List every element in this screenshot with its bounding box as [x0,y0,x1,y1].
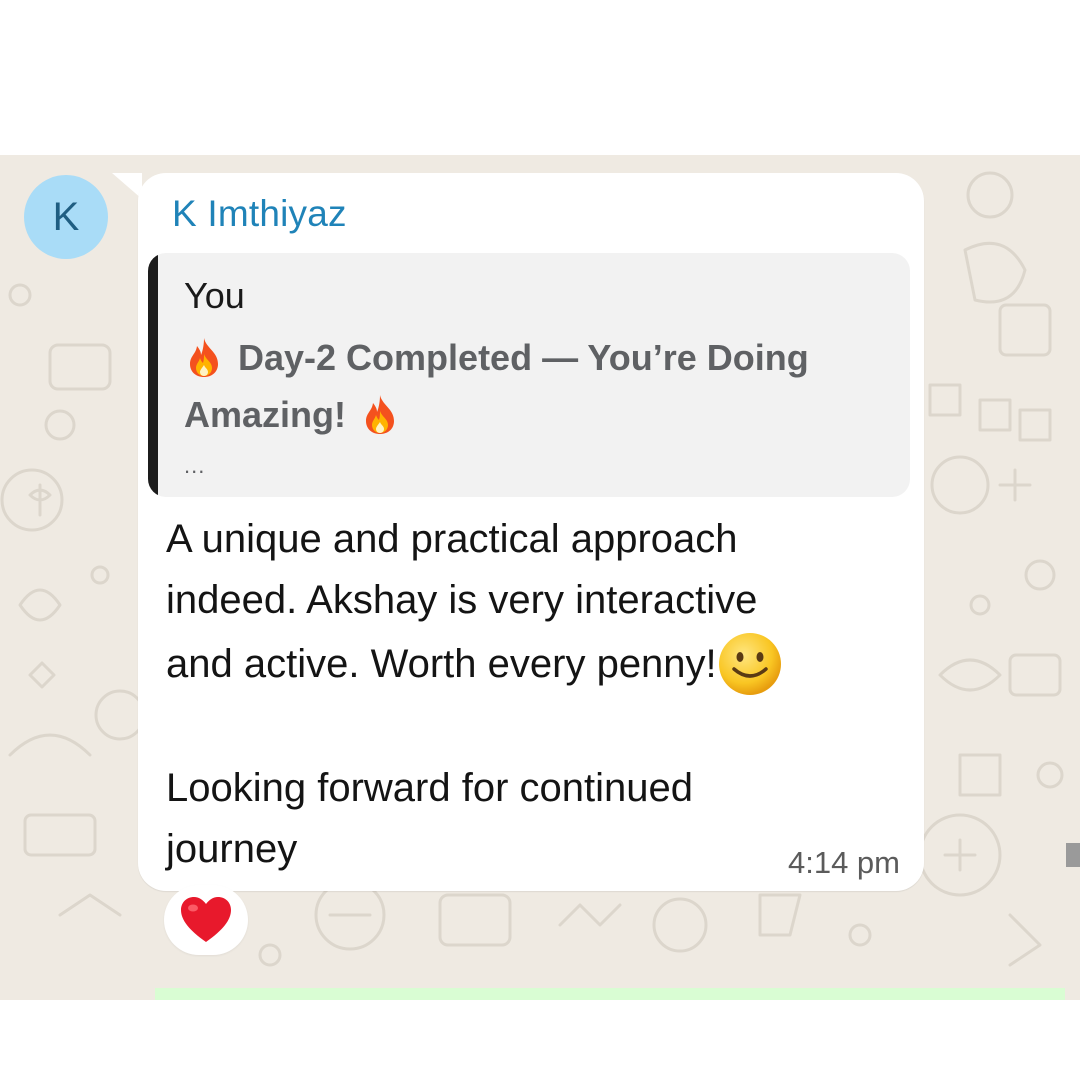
quoted-text-line1: Day-2 Completed — You’re Doing [238,337,809,378]
quoted-author: You [184,275,245,316]
smiley-icon [718,633,781,695]
message-bubble[interactable]: K Imthiyaz You Day-2 Completed — You’re … [138,173,924,891]
avatar[interactable]: K [24,175,108,259]
message-line: and active. Worth every penny! [166,642,717,686]
quoted-truncation: ... [184,453,206,478]
scrollbar-thumb[interactable] [1066,843,1080,867]
message-time: 4:14 pm [787,845,900,880]
heart-icon [181,897,231,942]
chat-area[interactable]: K K Imthiyaz You Day-2 Completed — You’r… [0,155,1080,1000]
message-line-with-emoji: and active. Worth every penny! [166,631,906,697]
message-line: Looking forward for continued [166,766,693,810]
reaction-badge[interactable] [164,885,248,955]
quoted-text: Day-2 Completed — You’re Doing Amazing! [184,329,884,443]
quoted-message[interactable]: You Day-2 Completed — You’re Doing Amazin… [148,253,910,497]
message-line: A unique and practical approach [166,517,738,561]
message-line: indeed. Akshay is very interactive [166,578,758,622]
avatar-initial: K [52,194,80,239]
fire-icon [366,395,394,434]
quote-accent-bar [148,253,158,497]
fire-icon [190,338,218,377]
quoted-text-line2: Amazing! [184,394,346,435]
message-text: A unique and practical approach indeed. … [166,509,906,880]
screenshot-frame: K K Imthiyaz You Day-2 Completed — You’r… [0,0,1080,1080]
next-outgoing-bubble-edge [155,988,1065,1000]
sender-name[interactable]: K Imthiyaz [172,193,347,235]
